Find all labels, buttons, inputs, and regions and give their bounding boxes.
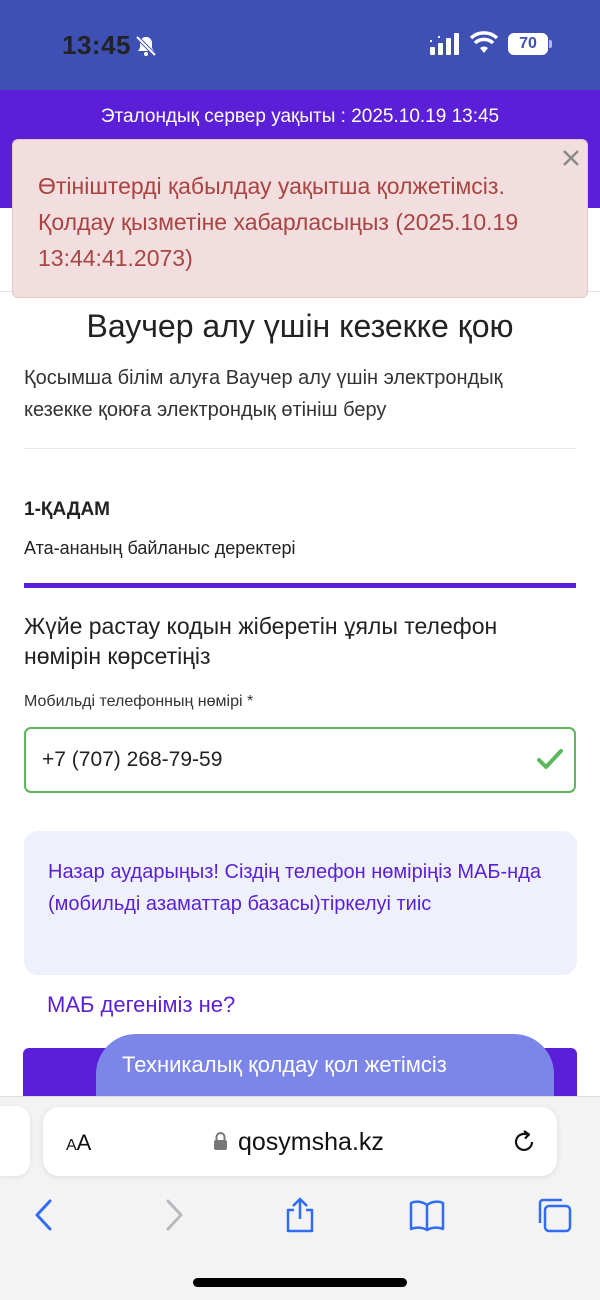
phone-field-label: Мобильді телефонның нөмірі * (24, 693, 254, 710)
bookmarks-icon[interactable] (409, 1197, 445, 1233)
mab-info-link[interactable]: МАБ дегеніміз не? (47, 992, 235, 1018)
aa-small: A (66, 1137, 77, 1154)
page-subtitle: Қосымша білім алуға Ваучер алу үшін элек… (24, 367, 503, 421)
url-text[interactable]: qosymsha.kz (238, 1128, 384, 1157)
tabs-icon[interactable] (536, 1197, 572, 1233)
step-progress-bar (24, 583, 576, 588)
aa-large: A (76, 1130, 92, 1155)
back-icon[interactable] (26, 1197, 62, 1233)
lock-icon (214, 1132, 227, 1150)
home-indicator (193, 1278, 407, 1287)
server-time: Эталондық сервер уақыты : 2025.10.19 13:… (100, 106, 500, 127)
close-icon[interactable] (560, 147, 582, 169)
section-heading: Жүйе растау кодын жіберетін ұялы телефон… (24, 613, 498, 669)
previous-tab-peek[interactable] (0, 1106, 30, 1176)
status-time: 13:45 (62, 30, 131, 60)
mab-notice: Назар аударыңыз! Сіздің телефон нөміріңі… (24, 831, 577, 975)
error-alert: Өтініштерді қабылдау уақытша қолжетімсіз… (12, 139, 588, 298)
step-label: 1-ҚАДАМ (24, 499, 111, 520)
forward-icon[interactable] (156, 1197, 192, 1233)
check-icon (537, 749, 563, 769)
notice-text: Назар аударыңыз! Сіздің телефон нөміріңі… (48, 861, 542, 915)
cellular-signal-icon (430, 33, 459, 55)
reader-settings-button[interactable]: AA (66, 1130, 91, 1156)
wifi-icon (470, 31, 498, 53)
share-icon[interactable] (282, 1197, 318, 1233)
divider (24, 448, 576, 449)
alert-message: Өтініштерді қабылдау уақытша қолжетімсіз… (38, 173, 519, 271)
battery-tip (549, 40, 552, 48)
phone-input[interactable] (24, 727, 576, 793)
page-title: Ваучер алу үшін кезекке қою (86, 308, 514, 344)
battery-icon: 70 (508, 33, 548, 55)
step-description: Ата-ананың байланыс деректері (24, 538, 296, 558)
bell-slash-icon (135, 35, 157, 57)
reload-icon[interactable] (510, 1128, 538, 1156)
